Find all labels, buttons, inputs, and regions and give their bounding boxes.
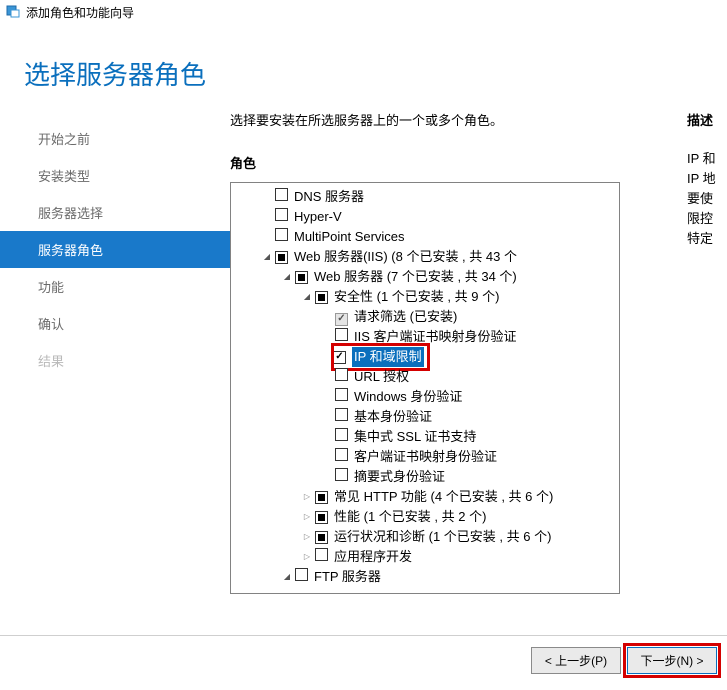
checkbox[interactable] — [275, 188, 288, 201]
tree-row[interactable]: Web 服务器(IIS) (8 个已安装 , 共 43 个 — [231, 247, 619, 267]
checkbox — [335, 313, 348, 326]
checkbox[interactable] — [315, 291, 328, 304]
previous-button[interactable]: < 上一步(P) — [531, 647, 621, 674]
tree-row[interactable]: Web 服务器 (7 个已安装 , 共 34 个) — [231, 267, 619, 287]
expander-open-icon[interactable] — [301, 287, 313, 307]
wizard-sidebar: 开始之前 安装类型 服务器选择 服务器角色 功能 确认 结果 — [0, 110, 230, 594]
tree-item-label: Web 服务器 (7 个已安装 , 共 34 个) — [314, 269, 517, 284]
window-title: 添加角色和功能向导 — [26, 4, 134, 21]
checkbox[interactable] — [335, 388, 348, 401]
sidebar-item-server-selection[interactable]: 服务器选择 — [0, 194, 230, 231]
tree-row[interactable]: 应用程序开发 — [231, 547, 619, 567]
checkbox[interactable] — [295, 271, 308, 284]
tree-row[interactable]: Windows 身份验证 — [231, 387, 619, 407]
tree-row[interactable]: MultiPoint Services — [231, 227, 619, 247]
tree-row[interactable]: 摘要式身份验证 — [231, 467, 619, 487]
tree-item-label: URL 授权 — [354, 369, 409, 384]
tree-row[interactable]: 客户端证书映射身份验证 — [231, 447, 619, 467]
checkbox[interactable] — [335, 328, 348, 341]
tree-row[interactable]: 基本身份验证 — [231, 407, 619, 427]
description-text: IP 和 IP 地 要使 限控 特定 — [687, 149, 727, 249]
roles-tree[interactable]: DNS 服务器 Hyper-V MultiPoint Services Web 服务器… — [230, 182, 620, 594]
tree-row[interactable]: 安全性 (1 个已安装 , 共 9 个) — [231, 287, 619, 307]
tree-item-label: 常见 HTTP 功能 (4 个已安装 , 共 6 个) — [334, 489, 553, 504]
tree-item-label: Windows 身份验证 — [354, 389, 462, 404]
tree-item-label: IIS 客户端证书映射身份验证 — [354, 329, 517, 344]
tree-item-label: Web 服务器(IIS) (8 个已安装 , 共 43 个 — [294, 249, 517, 264]
checkbox[interactable] — [275, 208, 288, 221]
tree-item-label: 应用程序开发 — [334, 549, 412, 564]
checkbox[interactable] — [315, 548, 328, 561]
tree-item-label: 集中式 SSL 证书支持 — [354, 429, 476, 444]
roles-label: 角色 — [230, 153, 657, 172]
tree-row[interactable]: 常见 HTTP 功能 (4 个已安装 , 共 6 个) — [231, 487, 619, 507]
checkbox[interactable] — [275, 251, 288, 264]
sidebar-item-features[interactable]: 功能 — [0, 268, 230, 305]
wizard-icon — [6, 4, 20, 21]
tree-item-label: 运行状况和诊断 (1 个已安装 , 共 6 个) — [334, 529, 551, 544]
next-button[interactable]: 下一步(N) > — [627, 647, 717, 674]
checkbox[interactable] — [315, 511, 328, 524]
instruction-text: 选择要安装在所选服务器上的一个或多个角色。 — [230, 110, 657, 129]
sidebar-item-install-type[interactable]: 安装类型 — [0, 157, 230, 194]
expander-closed-icon[interactable] — [301, 507, 313, 527]
tree-item-label: 客户端证书映射身份验证 — [354, 449, 497, 464]
expander-open-icon[interactable] — [281, 567, 293, 587]
window-titlebar: 添加角色和功能向导 — [0, 0, 727, 25]
checkbox[interactable] — [335, 408, 348, 421]
tree-row[interactable]: 集中式 SSL 证书支持 — [231, 427, 619, 447]
sidebar-item-before-you-begin[interactable]: 开始之前 — [0, 120, 230, 157]
sidebar-item-server-roles[interactable]: 服务器角色 — [0, 231, 230, 268]
tree-row[interactable]: 请求筛选 (已安装) — [231, 307, 619, 327]
page-title: 选择服务器角色 — [24, 55, 727, 92]
tree-row[interactable]: 运行状况和诊断 (1 个已安装 , 共 6 个) — [231, 527, 619, 547]
tree-item-label: 请求筛选 (已安装) — [354, 309, 457, 324]
tree-row[interactable]: 性能 (1 个已安装 , 共 2 个) — [231, 507, 619, 527]
tree-row[interactable]: FTP 服务器 — [231, 567, 619, 587]
tree-row[interactable]: IP 和域限制 — [231, 347, 619, 367]
expander-open-icon[interactable] — [261, 247, 273, 267]
tree-row[interactable]: DNS 服务器 — [231, 187, 619, 207]
tree-item-label: 基本身份验证 — [354, 409, 432, 424]
tree-row[interactable]: URL 授权 — [231, 367, 619, 387]
description-panel: 描述 IP 和 IP 地 要使 限控 特定 — [687, 110, 727, 594]
expander-closed-icon[interactable] — [301, 527, 313, 547]
tree-item-label: 性能 (1 个已安装 , 共 2 个) — [334, 509, 486, 524]
checkbox[interactable] — [335, 428, 348, 441]
expander-open-icon[interactable] — [281, 267, 293, 287]
checkbox[interactable] — [335, 368, 348, 381]
tree-row[interactable]: IIS 客户端证书映射身份验证 — [231, 327, 619, 347]
sidebar-item-confirm[interactable]: 确认 — [0, 305, 230, 342]
checkbox[interactable] — [275, 228, 288, 241]
checkbox[interactable] — [295, 568, 308, 581]
checkbox[interactable] — [315, 531, 328, 544]
expander-closed-icon[interactable] — [301, 547, 313, 567]
sidebar-item-results: 结果 — [0, 342, 230, 379]
expander-closed-icon[interactable] — [301, 487, 313, 507]
checkbox[interactable] — [335, 468, 348, 481]
tree-item-label: DNS 服务器 — [294, 189, 364, 204]
tree-item-label: FTP 服务器 — [314, 569, 381, 584]
tree-item-label: MultiPoint Services — [294, 229, 405, 244]
tree-item-label: 摘要式身份验证 — [354, 469, 445, 484]
checkbox[interactable] — [315, 491, 328, 504]
checkbox[interactable] — [333, 351, 346, 364]
footer-divider — [0, 635, 727, 636]
description-label: 描述 — [687, 110, 727, 129]
tree-item-label: IP 和域限制 — [352, 347, 424, 367]
tree-item-label: 安全性 (1 个已安装 , 共 9 个) — [334, 289, 499, 304]
checkbox[interactable] — [335, 448, 348, 461]
tree-row[interactable]: Hyper-V — [231, 207, 619, 227]
tree-item-label: Hyper-V — [294, 209, 342, 224]
